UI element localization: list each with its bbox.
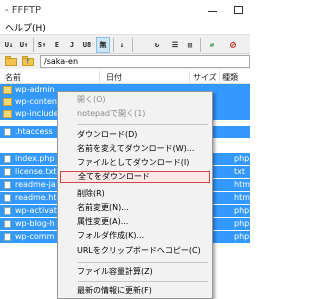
menu-item-download[interactable]: ダウンロード(D) — [60, 129, 210, 141]
list-icon: ☰ — [171, 41, 179, 49]
toolbar-separator — [113, 38, 114, 52]
folder-open-button[interactable] — [4, 56, 18, 67]
menu-item-delete[interactable]: 削除(R) — [60, 188, 210, 200]
folder-icon — [3, 86, 12, 94]
menu-item-calc-size[interactable]: ファイル容量計算(Z) — [60, 266, 210, 278]
menu-separator — [78, 281, 208, 282]
download-icon: ↓ — [119, 41, 125, 49]
kanji-utf8-icon: U8 — [82, 41, 92, 49]
folder-icon — [3, 110, 12, 118]
kanji-jis-icon: J — [69, 41, 75, 49]
stop-icon: ⊘ — [229, 39, 237, 51]
menu-item-change-attributes[interactable]: 属性変更(A)... — [60, 216, 210, 228]
maximize-button[interactable] — [226, 0, 250, 20]
menu-item-copy-url[interactable]: URLをクリップボードへコピー(C) — [60, 245, 210, 257]
file-type: html — [234, 180, 253, 189]
file-icon — [4, 155, 11, 163]
connect-icon: U↓ — [4, 41, 14, 49]
column-date-header[interactable]: 日付 — [106, 72, 122, 83]
file-icon — [4, 220, 11, 228]
file-name: license.txt — [15, 167, 57, 176]
title-bar: - FFFTP — [0, 0, 250, 20]
file-type: php — [234, 206, 250, 215]
folder-up-button[interactable]: ↑ — [21, 56, 35, 67]
minimize-button[interactable] — [200, 0, 224, 20]
file-name: wp-content — [15, 97, 61, 106]
path-input[interactable]: /saka-en — [40, 55, 250, 68]
file-name: wp-admin — [15, 85, 55, 94]
toolbar-separator — [132, 38, 133, 52]
menu-item-open-notepad[interactable]: notepadで開く(1) — [60, 108, 210, 120]
column-type-header[interactable]: 種類 — [222, 72, 238, 83]
file-icon — [4, 128, 11, 136]
column-size-header[interactable]: サイズ — [193, 72, 217, 83]
file-name: readme-ja — [15, 180, 56, 189]
stop-button[interactable]: ⊘ — [226, 37, 240, 53]
toolbar-separator — [33, 38, 34, 52]
sync-button[interactable]: S↑ — [35, 37, 49, 53]
file-name: .htaccess — [15, 127, 53, 136]
file-name: wp-comm — [15, 232, 55, 241]
folder-icon — [3, 98, 12, 106]
toolbar-separator — [200, 38, 201, 52]
file-type: php — [234, 232, 250, 241]
file-icon — [4, 207, 11, 215]
maximize-icon — [233, 6, 243, 14]
transfer-icon: ⇄ — [209, 41, 215, 49]
file-name: index.php — [15, 154, 55, 163]
menu-item-create-folder[interactable]: フォルダ作成(K)... — [60, 230, 210, 242]
toolbar: U↓ U↑ S↑ E J U8 無 ↓ ↻ ☰ ▥ ⇄ ⊘ — [0, 34, 250, 54]
refresh-icon: ↻ — [154, 41, 160, 49]
download-button[interactable]: ↓ — [115, 37, 129, 53]
file-icon — [4, 168, 11, 176]
file-type: php — [234, 154, 250, 163]
kanji-utf8-button[interactable]: U8 — [80, 37, 94, 53]
kanji-euc-button[interactable]: E — [50, 37, 64, 53]
menu-item-download-all[interactable]: 全てをダウンロード — [60, 171, 210, 183]
menu-item-download-rename[interactable]: 名前を変えてダウンロード(W)... — [60, 143, 210, 155]
menu-item-rename[interactable]: 名前変更(N)... — [60, 202, 210, 214]
connect-button[interactable]: U↓ — [2, 37, 16, 53]
file-name: wp-includes — [15, 109, 63, 118]
file-icon — [4, 233, 11, 241]
detail-icon: ▥ — [187, 41, 193, 49]
menu-item-open[interactable]: 開く(O) — [60, 94, 210, 106]
context-menu: 開く(O) notepadで開く(1) ダウンロード(D) 名前を変えてダウンロ… — [57, 91, 213, 299]
refresh-button[interactable]: ↻ — [150, 37, 164, 53]
folder-icon — [5, 58, 17, 66]
kanji-euc-icon: E — [54, 41, 60, 49]
path-bar: ↑ /saka-en — [0, 54, 250, 69]
menu-separator — [78, 262, 208, 263]
list-view-button[interactable]: ☰ — [168, 37, 182, 53]
menu-separator — [78, 124, 208, 125]
menu-bar: ヘルプ(H) — [0, 20, 250, 34]
detail-view-button[interactable]: ▥ — [183, 37, 197, 53]
file-type: txt — [234, 167, 246, 176]
window-title: - FFFTP — [5, 4, 42, 16]
file-type: php — [234, 219, 250, 228]
kanji-jis-button[interactable]: J — [65, 37, 79, 53]
column-name-header[interactable]: 名前 — [5, 72, 21, 83]
sync-icon: S↑ — [37, 41, 47, 49]
file-icon — [4, 194, 11, 202]
no-convert-button[interactable]: 無 — [96, 37, 110, 53]
menu-item-refresh[interactable]: 最新の情報に更新(F) — [60, 285, 210, 297]
disconnect-icon: U↑ — [19, 41, 29, 49]
file-icon — [4, 181, 11, 189]
transfer-button[interactable]: ⇄ — [205, 37, 219, 53]
minimize-icon — [207, 11, 217, 12]
menu-item-download-as-file[interactable]: ファイルとしてダウンロード(I) — [60, 157, 210, 169]
file-list-header: 名前 日付 サイズ 種類 — [0, 71, 250, 84]
file-type: html — [234, 193, 253, 202]
file-name: wp-activate — [15, 206, 62, 215]
no-convert-icon: 無 — [99, 41, 107, 49]
disconnect-button[interactable]: U↑ — [17, 37, 31, 53]
file-name: wp-blog-h — [15, 219, 55, 228]
menu-help[interactable]: ヘルプ(H) — [5, 21, 46, 34]
